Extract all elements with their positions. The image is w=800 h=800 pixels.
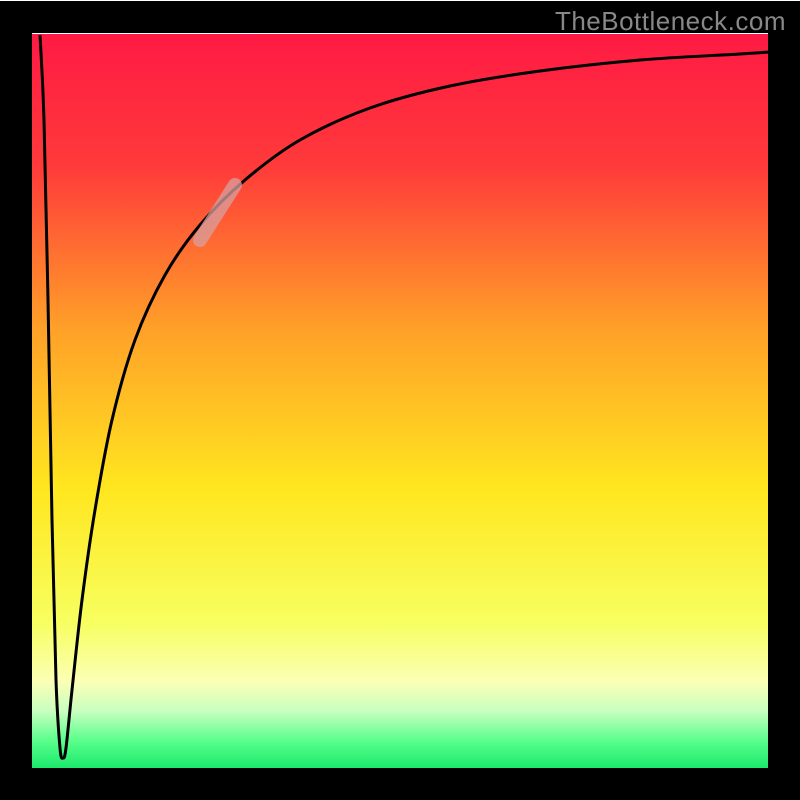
gradient-background: [32, 34, 768, 770]
chart-svg: [0, 0, 800, 800]
chart-container: TheBottleneck.com: [0, 0, 800, 800]
watermark-text: TheBottleneck.com: [555, 6, 786, 37]
